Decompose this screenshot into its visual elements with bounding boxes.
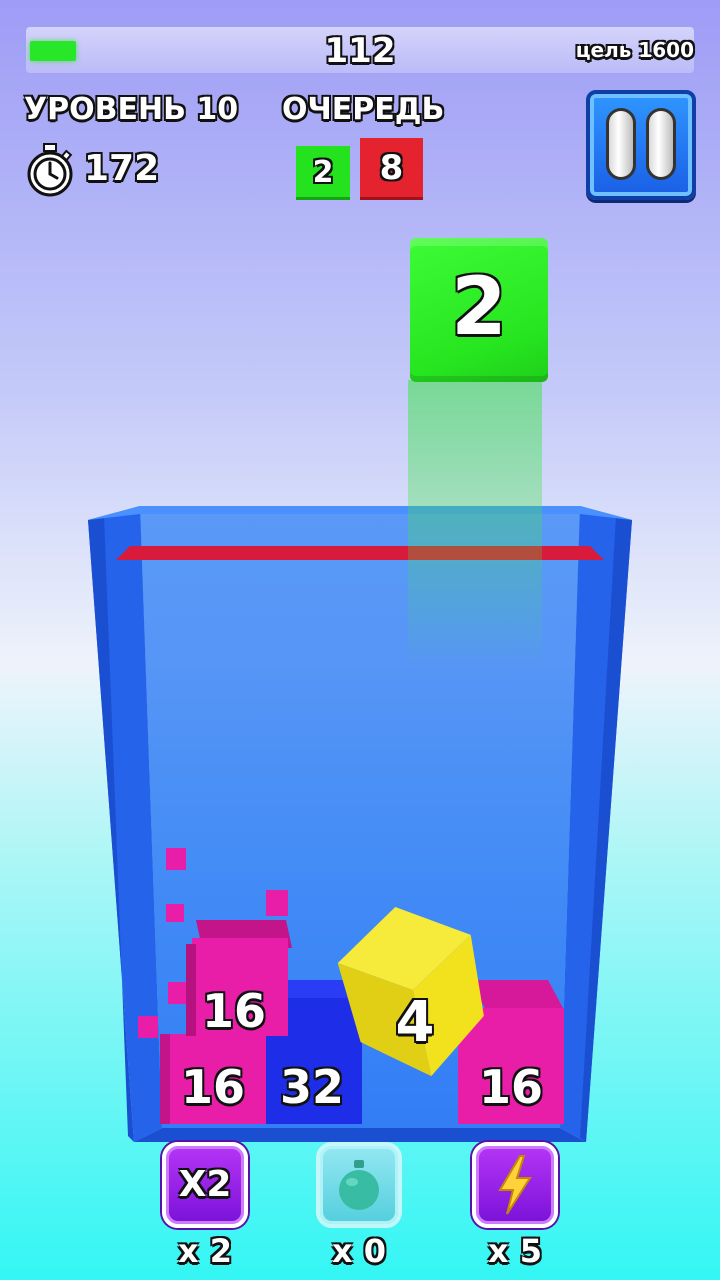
booster-x2-count: x 2	[177, 1232, 233, 1270]
cube-32-label: 32	[279, 1060, 344, 1114]
booster-bomb-count: x 0	[331, 1232, 387, 1270]
cube-16-upper-label: 16	[201, 984, 266, 1038]
lightning-icon	[498, 1155, 532, 1215]
bomb-icon	[339, 1160, 379, 1210]
booster-x2-button[interactable]: X2	[162, 1142, 248, 1228]
booster-lightning-count: x 5	[487, 1232, 543, 1270]
x2-icon: X2	[178, 1164, 232, 1205]
cube-4-label: 4	[395, 990, 435, 1055]
cube-16-bottom-left-label: 16	[180, 1060, 245, 1114]
cube-16-right-label: 16	[478, 1060, 543, 1114]
booster-lightning-button[interactable]	[472, 1142, 558, 1228]
booster-bomb-button[interactable]	[316, 1142, 402, 1228]
